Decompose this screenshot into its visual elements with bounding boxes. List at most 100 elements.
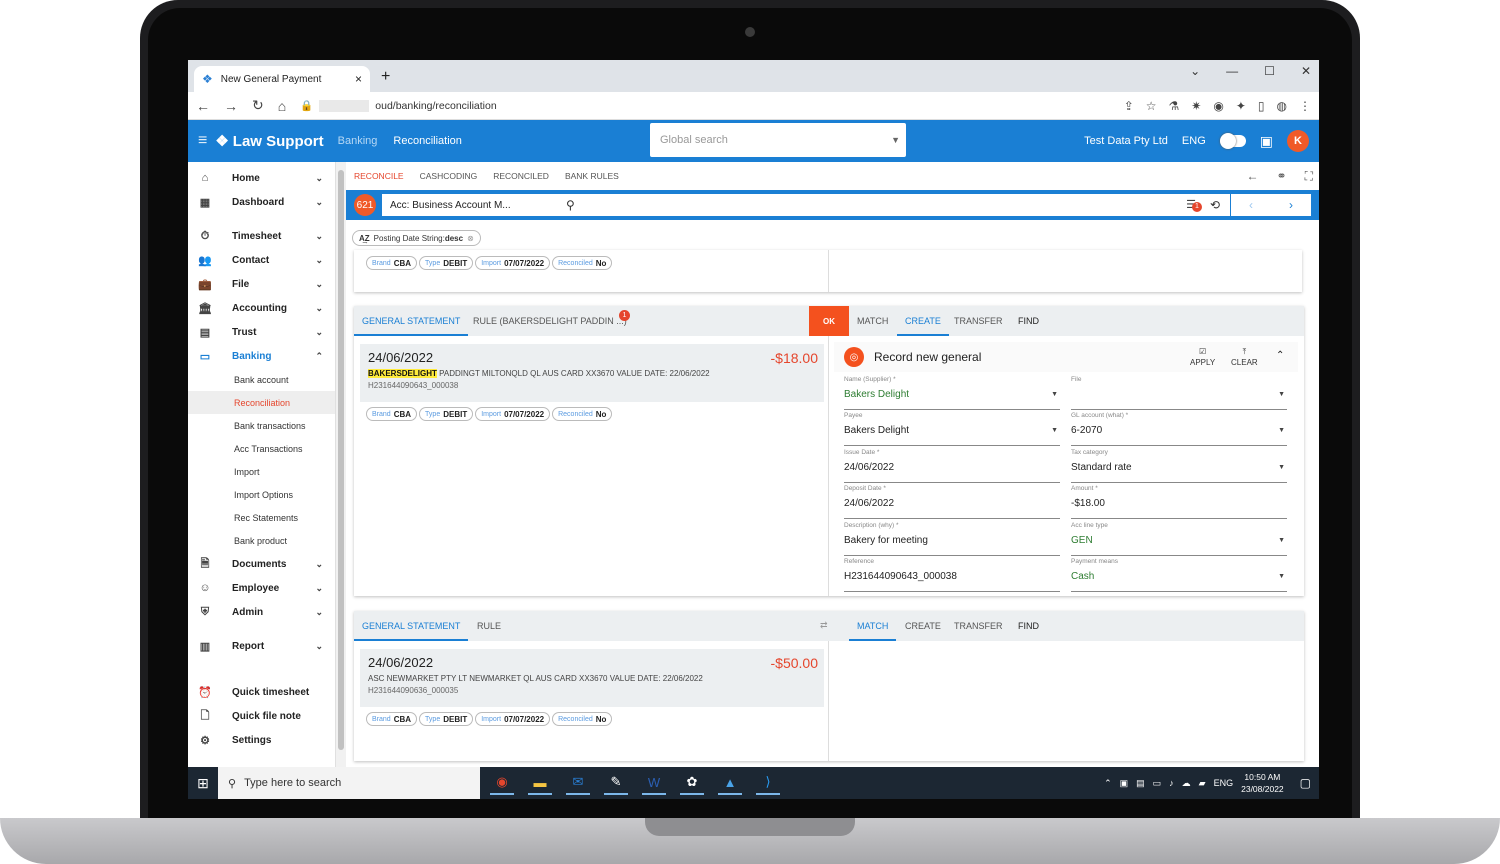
company-name[interactable]: Test Data Pty Ltd	[1084, 135, 1168, 147]
sidebar-sub-rec-statements[interactable]: Rec Statements	[188, 506, 335, 529]
extension-icon[interactable]: ✷	[1191, 99, 1201, 113]
transaction-search-input[interactable]: ⚲ ☰1 ⟲	[556, 194, 1230, 216]
amount-field[interactable]: Amount * -$18.00	[1071, 485, 1287, 519]
fullscreen-icon[interactable]: ⛶	[1305, 169, 1313, 184]
sidebar-item-quick-timesheet[interactable]: ⏰ Quick timesheet	[188, 680, 335, 704]
sidebar-item-file[interactable]: 💼 File ⌄	[188, 272, 335, 296]
gl-account-field[interactable]: GL account (what) * 6-2070 ▼	[1071, 412, 1287, 446]
extension-icon[interactable]: ◉	[1213, 99, 1223, 113]
network-icon[interactable]: ▭	[1153, 778, 1162, 789]
sidebar-scrollbar[interactable]	[336, 162, 346, 767]
description-field[interactable]: Description (why) * Bakery for meeting	[844, 522, 1060, 556]
remove-chip-icon[interactable]: ⊗	[467, 234, 474, 243]
tab-transfer[interactable]: TRANSFER	[954, 316, 1003, 326]
sidebar-sub-bank-product[interactable]: Bank product	[188, 529, 335, 552]
tray-app-icon[interactable]: ▤	[1136, 778, 1145, 789]
history-icon[interactable]: ⟲	[1210, 198, 1220, 212]
next-page-icon[interactable]: ›	[1289, 198, 1293, 212]
forward-icon[interactable]: →	[224, 98, 238, 114]
browser-tab[interactable]: ❖ New General Payment ×	[194, 66, 370, 92]
tab-create[interactable]: CREATE	[905, 621, 941, 631]
deposit-date-field[interactable]: Deposit Date * 24/06/2022	[844, 485, 1060, 519]
new-tab-button[interactable]: +	[381, 68, 390, 86]
account-select[interactable]: Acc: Business Account M... ▼	[382, 194, 574, 216]
tab-transfer[interactable]: TRANSFER	[954, 621, 1003, 631]
url-field[interactable]: 🔒 oud/banking/reconciliation	[300, 99, 497, 112]
sidebar-item-banking[interactable]: ▭ Banking ⌃	[188, 344, 335, 368]
vscode-icon[interactable]: ⟩	[756, 771, 780, 795]
tab-cashcoding[interactable]: CASHCODING	[420, 171, 478, 181]
language-select[interactable]: ENG	[1182, 135, 1206, 147]
tab-match[interactable]: MATCH	[857, 316, 888, 326]
sidebar-item-trust[interactable]: ▤ Trust ⌄	[188, 320, 335, 344]
sidebar-item-contact[interactable]: 👥 Contact ⌄	[188, 248, 335, 272]
tab-rule[interactable]: RULE (BAKERSDELIGHT PADDIN ...)	[473, 316, 627, 326]
sidebar-sub-bank-transactions[interactable]: Bank transactions	[188, 414, 335, 437]
sidebar-sub-reconciliation[interactable]: Reconciliation	[188, 391, 335, 414]
issue-date-field[interactable]: Issue Date * 24/06/2022	[844, 449, 1060, 483]
tab-rule[interactable]: RULE	[477, 621, 501, 631]
theme-toggle[interactable]	[1219, 133, 1246, 149]
sidebar-sub-import-options[interactable]: Import Options	[188, 483, 335, 506]
tab-reconcile[interactable]: RECONCILE	[354, 171, 404, 181]
paint-icon[interactable]: ✎	[604, 771, 628, 795]
tab-close-icon[interactable]: ×	[355, 72, 362, 86]
outlook-icon[interactable]: ✉	[566, 771, 590, 795]
payment-means-field[interactable]: Payment means Cash ▼	[1071, 558, 1287, 592]
back-arrow-icon[interactable]: ←	[1247, 169, 1259, 184]
sidebar-item-dashboard[interactable]: ▦ Dashboard ⌄	[188, 190, 335, 214]
tab-bank-rules[interactable]: BANK RULES	[565, 171, 619, 181]
minimize-button[interactable]: —	[1226, 64, 1238, 78]
tray-chevron-up-icon[interactable]: ⌃	[1104, 778, 1112, 789]
extensions-puzzle-icon[interactable]: ✦	[1236, 99, 1246, 113]
clock[interactable]: 10:50 AM 23/08/2022	[1241, 771, 1284, 795]
link-icon[interactable]: ⚭	[1277, 169, 1287, 184]
sidebar-item-settings[interactable]: ⚙ Settings	[188, 728, 335, 752]
sidebar-sub-import[interactable]: Import	[188, 460, 335, 483]
language-indicator[interactable]: ENG	[1214, 778, 1234, 788]
windows-start-icon[interactable]: ⊞	[188, 767, 218, 799]
word-icon[interactable]: W	[642, 771, 666, 795]
collapse-icon[interactable]: ⌃	[1276, 350, 1284, 361]
sidebar-item-documents[interactable]: 🗎 Documents ⌄	[188, 552, 335, 576]
file-field[interactable]: File ▼	[1071, 376, 1287, 410]
profile-icon[interactable]: ◍	[1277, 99, 1287, 113]
app-logo[interactable]: ❖ Law Support	[215, 132, 323, 151]
prev-page-icon[interactable]: ‹	[1249, 198, 1253, 212]
reload-icon[interactable]: ↻	[252, 97, 264, 114]
notification-center-icon[interactable]: ▢	[1300, 776, 1311, 790]
statement-line[interactable]: 24/06/2022 -$18.00 BAKERSDELIGHT PADDING…	[360, 344, 824, 402]
tab-find[interactable]: FIND	[1018, 316, 1039, 326]
tax-category-field[interactable]: Tax category Standard rate ▼	[1071, 449, 1287, 483]
tab-reconciled[interactable]: RECONCILED	[493, 171, 549, 181]
payee-field[interactable]: Payee Bakers Delight ▼	[844, 412, 1060, 446]
tab-general-statement[interactable]: GENERAL STATEMENT	[353, 316, 469, 336]
notifications-icon[interactable]: ▣	[1260, 133, 1273, 150]
paint-3d-icon[interactable]: ✿	[680, 771, 704, 795]
global-search-input[interactable]: Global search ▼	[650, 123, 906, 157]
file-explorer-icon[interactable]: ▬	[528, 771, 552, 795]
share-icon[interactable]: ⇪	[1124, 99, 1134, 113]
sidebar-sub-bank-account[interactable]: Bank account	[188, 368, 335, 391]
apply-button[interactable]: ☑ APPLY	[1190, 346, 1215, 368]
filter-icon[interactable]: ☰1	[1186, 198, 1202, 212]
sidebar-item-admin[interactable]: ⛨ Admin ⌄	[188, 600, 335, 624]
sidebar-sub-acc-transactions[interactable]: Acc Transactions	[188, 437, 335, 460]
sidebar-item-report[interactable]: ▥ Report ⌄	[188, 634, 335, 658]
home-browser-icon[interactable]: ⌂	[278, 98, 286, 114]
avatar[interactable]: K	[1287, 130, 1309, 152]
sidepanel-icon[interactable]: ▯	[1258, 99, 1265, 113]
hamburger-icon[interactable]: ≡	[198, 132, 207, 150]
close-window-button[interactable]: ✕	[1301, 64, 1311, 78]
supplier-name-field[interactable]: Name (Supplier) * Bakers Delight ▼	[844, 376, 1060, 410]
ok-button[interactable]: OK	[809, 306, 849, 336]
acc-line-type-field[interactable]: Acc line type GEN ▼	[1071, 522, 1287, 556]
sidebar-item-quick-file-note[interactable]: 🗋 Quick file note	[188, 704, 335, 728]
sidebar-item-accounting[interactable]: 🏛 Accounting ⌄	[188, 296, 335, 320]
sidebar-item-timesheet[interactable]: ⏱ Timesheet ⌄	[188, 224, 335, 248]
volume-icon[interactable]: ♪	[1169, 778, 1174, 788]
extension-icon[interactable]: ⚗	[1169, 99, 1180, 113]
back-icon[interactable]: ←	[196, 98, 210, 114]
tab-match[interactable]: MATCH	[848, 621, 897, 641]
maximize-button[interactable]: ☐	[1264, 64, 1275, 78]
